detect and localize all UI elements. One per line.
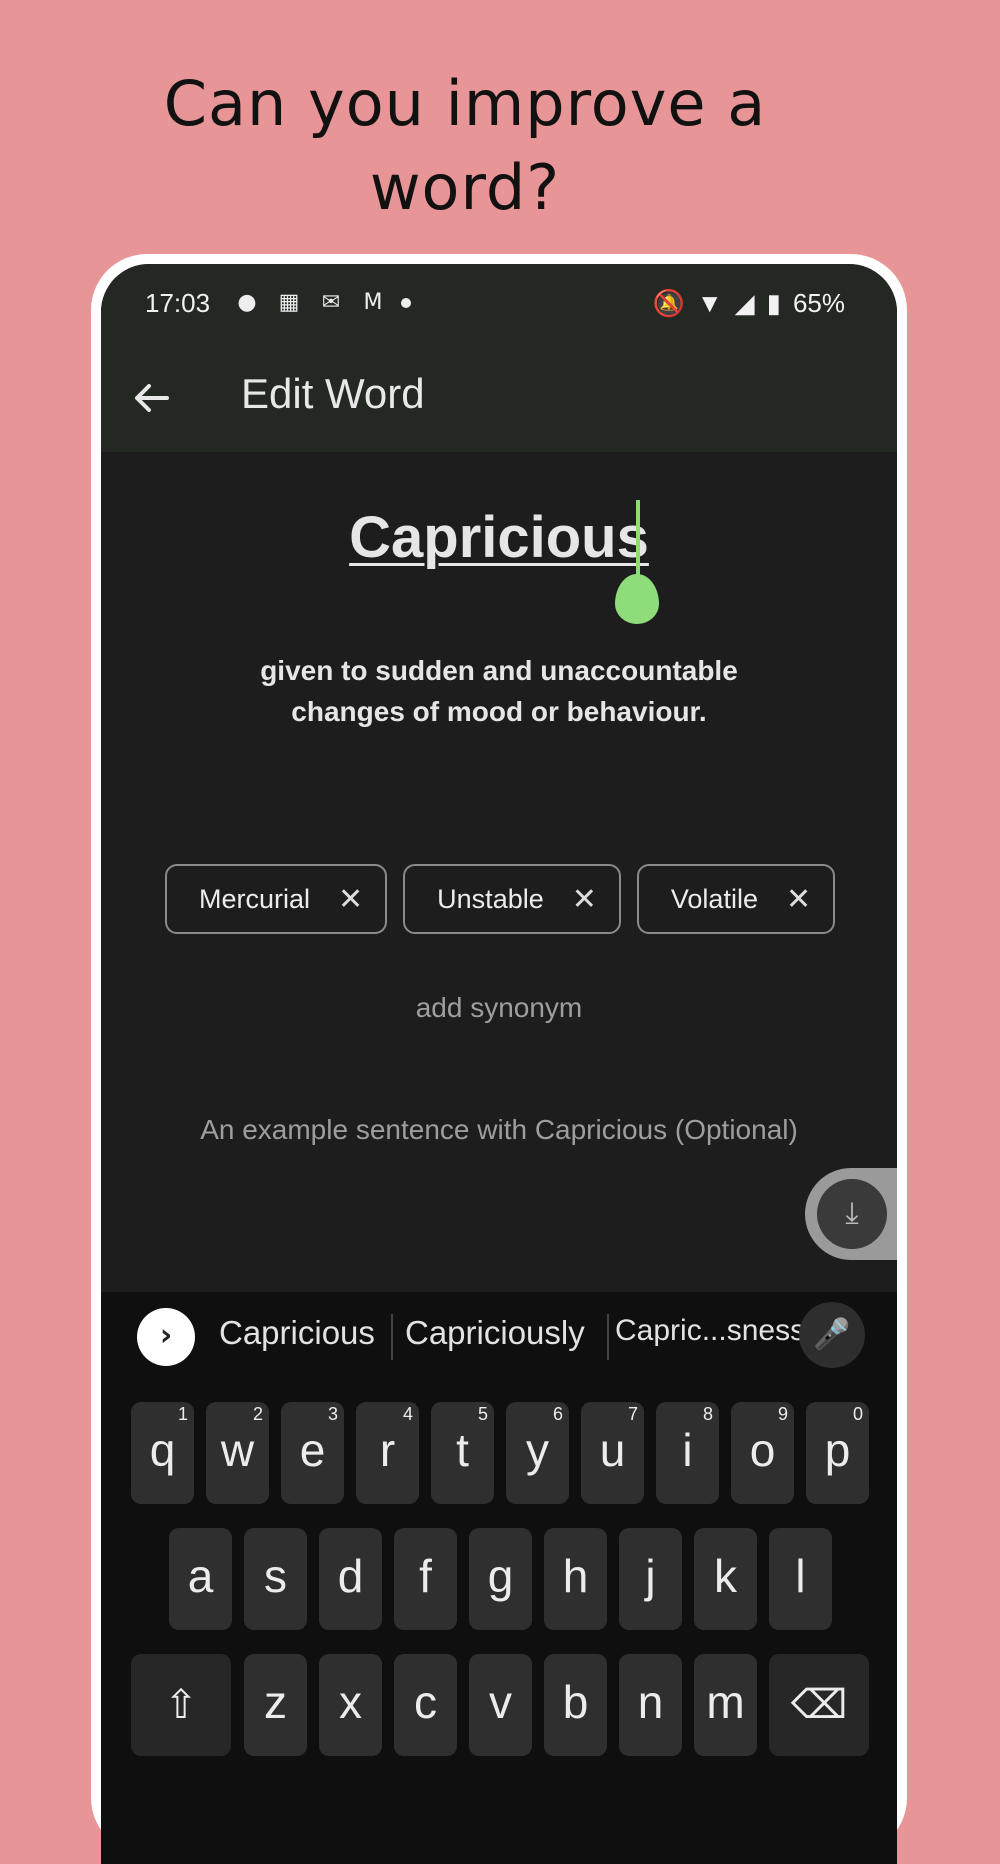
key[interactable]: j xyxy=(619,1528,682,1630)
app-bar: 17:03 ● ▦ ✉ M 🔕 ▼ ◢ ▮ 65% Edit Word xyxy=(101,264,897,452)
add-synonym-input[interactable]: add synonym xyxy=(101,992,897,1024)
back-arrow-icon[interactable] xyxy=(131,378,171,418)
promo-title-line2: word? xyxy=(369,151,561,224)
key[interactable]: r4 xyxy=(356,1402,419,1504)
synonym-label: Unstable xyxy=(437,883,544,914)
grid-app-icon: ▦ xyxy=(278,290,300,315)
key[interactable]: a xyxy=(169,1528,232,1630)
promo-title: Can you improve a word? xyxy=(0,62,930,230)
download-icon: ⤓ xyxy=(817,1179,887,1249)
key[interactable]: s xyxy=(244,1528,307,1630)
phone-screen: 17:03 ● ▦ ✉ M 🔕 ▼ ◢ ▮ 65% Edit Word Capr… xyxy=(101,264,897,1864)
key[interactable]: x xyxy=(319,1654,382,1756)
shift-icon: ⇧ xyxy=(164,1683,198,1727)
gmail-icon: M xyxy=(363,290,383,315)
shift-key[interactable]: ⇧ xyxy=(131,1654,231,1756)
key[interactable]: y6 xyxy=(506,1402,569,1504)
promo-title-line1: Can you improve a xyxy=(163,67,767,140)
key[interactable]: b xyxy=(544,1654,607,1756)
reddit-icon: ● xyxy=(237,290,257,315)
outlook-icon: ✉ xyxy=(321,290,341,315)
key[interactable]: e3 xyxy=(281,1402,344,1504)
key[interactable]: v xyxy=(469,1654,532,1756)
key[interactable]: t5 xyxy=(431,1402,494,1504)
synonym-label: Mercurial xyxy=(199,883,311,914)
battery-percent: 65% xyxy=(792,288,845,318)
key[interactable]: l xyxy=(769,1528,832,1630)
key[interactable]: h xyxy=(544,1528,607,1630)
key[interactable]: n xyxy=(619,1654,682,1756)
synonym-chips: Mercurial ✕ Unstable ✕ Volatile ✕ xyxy=(165,864,836,934)
remove-synonym-icon[interactable]: ✕ xyxy=(786,882,811,917)
word-text: Capricious xyxy=(349,505,649,570)
backspace-icon: ⌫ xyxy=(790,1683,848,1727)
remove-synonym-icon[interactable]: ✕ xyxy=(572,882,597,917)
microphone-icon[interactable]: 🎤 xyxy=(799,1302,865,1368)
suggestion-divider xyxy=(391,1314,393,1360)
floating-handle-button[interactable]: ⤓ xyxy=(805,1168,897,1260)
synonym-chip[interactable]: Volatile ✕ xyxy=(636,864,836,934)
key[interactable]: g xyxy=(469,1528,532,1630)
key[interactable]: q1 xyxy=(131,1402,194,1504)
suggestion-item[interactable]: Capric...sness xyxy=(615,1314,805,1348)
key[interactable]: i8 xyxy=(656,1402,719,1504)
wifi-icon: ▼ xyxy=(696,288,723,318)
suggestion-divider xyxy=(607,1314,609,1360)
expand-suggestions-icon[interactable]: › xyxy=(137,1308,195,1366)
cursor-handle[interactable] xyxy=(615,574,659,624)
notification-icons: ● ▦ ✉ M xyxy=(233,290,411,316)
signal-icon: ◢ xyxy=(734,288,755,318)
key[interactable]: w2 xyxy=(206,1402,269,1504)
battery-icon: ▮ xyxy=(766,288,781,318)
remove-synonym-icon[interactable]: ✕ xyxy=(338,882,363,917)
suggestion-item[interactable]: Capricious xyxy=(219,1314,375,1352)
word-input[interactable]: Capricious xyxy=(101,504,897,571)
key[interactable]: z xyxy=(244,1654,307,1756)
suggestion-item[interactable]: Capriciously xyxy=(405,1314,585,1352)
keyboard: › Capricious Capriciously Capric...sness… xyxy=(101,1292,897,1864)
definition-field[interactable]: given to sudden and unaccountable change… xyxy=(201,650,797,732)
synonym-chip[interactable]: Mercurial ✕ xyxy=(165,864,388,934)
synonym-label: Volatile xyxy=(670,883,758,914)
do-not-disturb-icon: 🔕 xyxy=(652,288,685,318)
definition-line2: changes of mood or behaviour. xyxy=(291,696,707,727)
definition-line1: given to sudden and unaccountable xyxy=(260,655,738,686)
key[interactable]: d xyxy=(319,1528,382,1630)
key[interactable]: c xyxy=(394,1654,457,1756)
status-right: 🔕 ▼ ◢ ▮ 65% xyxy=(653,288,845,319)
synonym-chip[interactable]: Unstable ✕ xyxy=(403,864,621,934)
text-cursor xyxy=(636,500,640,578)
key[interactable]: m xyxy=(694,1654,757,1756)
status-time: 17:03 xyxy=(145,288,211,318)
page-title: Edit Word xyxy=(241,370,425,417)
backspace-key[interactable]: ⌫ xyxy=(769,1654,869,1756)
more-notifications-dot-icon xyxy=(401,298,411,308)
key[interactable]: o9 xyxy=(731,1402,794,1504)
example-sentence-input[interactable]: An example sentence with Capricious (Opt… xyxy=(101,1114,897,1146)
key[interactable]: k xyxy=(694,1528,757,1630)
key[interactable]: u7 xyxy=(581,1402,644,1504)
key[interactable]: p0 xyxy=(806,1402,869,1504)
key[interactable]: f xyxy=(394,1528,457,1630)
